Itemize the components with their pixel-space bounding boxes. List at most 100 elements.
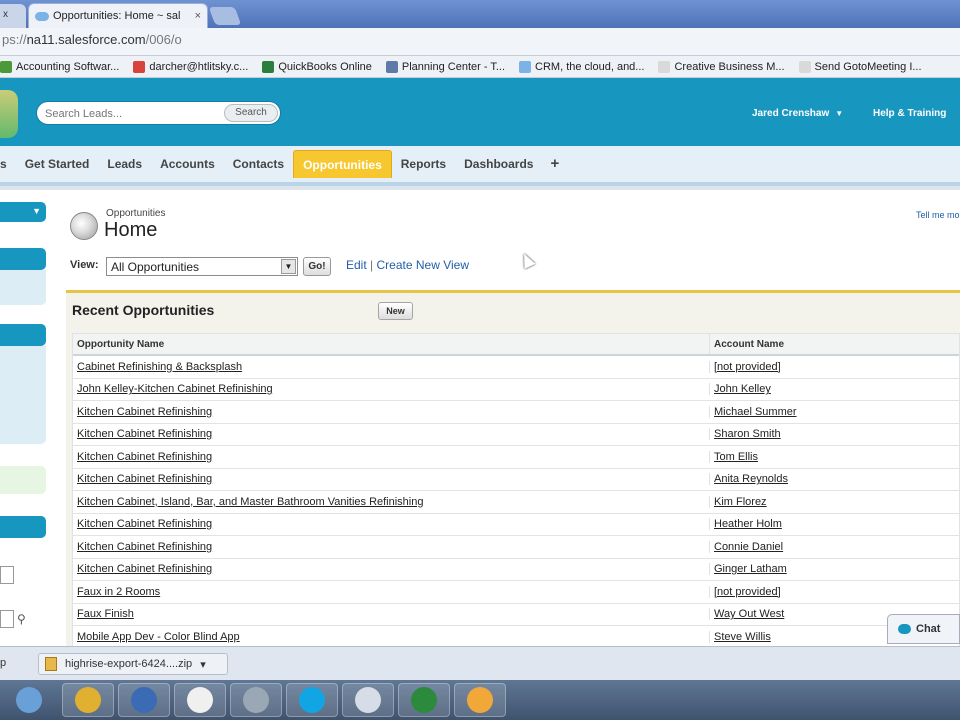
account-link[interactable]: Connie Daniel [714, 541, 783, 553]
bookmark-label: darcher@htlitsky.c... [149, 60, 249, 73]
account-link[interactable]: [not provided] [714, 361, 781, 373]
bookmark-item[interactable]: Send GotoMeeting I... [798, 60, 922, 73]
lookup-search-icon[interactable]: ⚲ [17, 612, 26, 626]
search-button[interactable]: Search [224, 104, 278, 122]
taskbar-app-button[interactable] [230, 683, 282, 717]
account-link[interactable]: John Kelley [714, 383, 771, 395]
browser-tab-title: Opportunities: Home ~ sal [53, 10, 181, 22]
account-link[interactable]: Michael Summer [714, 406, 797, 418]
account-name-cell: Tom Ellis [710, 451, 959, 463]
tab-s[interactable]: s [0, 151, 16, 177]
account-link[interactable]: Heather Holm [714, 518, 782, 530]
taskbar-app-button[interactable] [342, 683, 394, 717]
bookmark-item[interactable]: darcher@htlitsky.c... [133, 60, 249, 73]
sidebar-create-dropdown[interactable]: ▼ [0, 202, 46, 222]
opportunity-link[interactable]: Faux Finish [77, 608, 134, 620]
view-select[interactable]: All Opportunities ▼ [106, 257, 298, 276]
account-link[interactable]: Anita Reynolds [714, 473, 788, 485]
opportunity-link[interactable]: Kitchen Cabinet Refinishing [77, 473, 212, 485]
bookmark-item[interactable]: Accounting Softwar... [0, 60, 119, 73]
create-new-view-link[interactable]: Create New View [377, 258, 469, 272]
browser-tab-partial[interactable]: x [0, 4, 26, 28]
help-training-link[interactable]: Help & Training [873, 108, 946, 119]
opportunity-link[interactable]: Kitchen Cabinet Refinishing [77, 541, 212, 553]
opportunity-link[interactable]: Kitchen Cabinet Refinishing [77, 563, 212, 575]
tab-opportunities[interactable]: Opportunities [293, 150, 392, 178]
account-link[interactable]: Sharon Smith [714, 428, 781, 440]
all-tabs-plus-icon[interactable]: + [542, 151, 567, 177]
tab-contacts[interactable]: Contacts [224, 151, 293, 177]
opportunity-link[interactable]: Kitchen Cabinet Refinishing [77, 406, 212, 418]
account-link[interactable]: Kim Florez [714, 496, 767, 508]
opportunity-link[interactable]: Kitchen Cabinet Refinishing [77, 518, 212, 530]
new-opportunity-button[interactable]: New [378, 302, 413, 320]
account-link[interactable]: Ginger Latham [714, 563, 787, 575]
browser-toolbar: ps://na11.salesforce.com/006/o [0, 28, 960, 56]
opportunity-link[interactable]: Faux in 2 Rooms [77, 586, 160, 598]
account-name-cell: Anita Reynolds [710, 473, 959, 485]
account-link[interactable]: Tom Ellis [714, 451, 758, 463]
taskbar-app-button[interactable] [0, 683, 58, 717]
chevron-down-icon[interactable]: ▾ [200, 658, 206, 671]
opportunity-name-cell: Cabinet Refinishing & Backsplash [73, 360, 710, 373]
cloud-icon [519, 60, 532, 73]
taskbar-app-button[interactable] [286, 683, 338, 717]
opportunity-link[interactable]: Kitchen Cabinet Refinishing [77, 451, 212, 463]
bookmark-item[interactable]: CRM, the cloud, and... [519, 60, 644, 73]
table-row: Kitchen Cabinet Refinishing Tom Ellis [73, 446, 959, 469]
tell-me-more-link[interactable]: Tell me mo [916, 210, 960, 220]
account-link[interactable]: Way Out West [714, 608, 784, 620]
close-tab-icon[interactable]: × [195, 10, 201, 22]
tab-get-started[interactable]: Get Started [16, 151, 99, 177]
windows-start-icon [16, 687, 42, 713]
network-icon [243, 687, 269, 713]
opportunity-link[interactable]: Mobile App Dev - Color Blind App [77, 631, 240, 643]
tab-leads[interactable]: Leads [98, 151, 151, 177]
opportunity-name-cell: Kitchen Cabinet Refinishing [73, 540, 710, 553]
tab-reports[interactable]: Reports [392, 151, 455, 177]
chevron-down-icon: ▼ [32, 206, 41, 216]
tab-dashboards[interactable]: Dashboards [455, 151, 542, 177]
chat-widget[interactable]: Chat [887, 614, 960, 644]
user-menu[interactable]: Jared Crenshaw ▼ [752, 108, 843, 119]
opportunity-link[interactable]: Cabinet Refinishing & Backsplash [77, 361, 242, 373]
sidebar-input[interactable] [0, 566, 14, 584]
column-header-opportunity-name[interactable]: Opportunity Name [73, 334, 710, 354]
account-name-cell: Heather Holm [710, 518, 959, 530]
account-name-cell: John Kelley [710, 383, 959, 395]
taskbar-app-button[interactable] [454, 683, 506, 717]
tab-accounts[interactable]: Accounts [151, 151, 224, 177]
opportunities-coin-icon [70, 212, 98, 240]
table-row: Kitchen Cabinet, Island, Bar, and Master… [73, 491, 959, 514]
address-bar[interactable]: ps://na11.salesforce.com/006/o [0, 32, 182, 47]
edit-view-link[interactable]: Edit [346, 258, 367, 272]
clock-icon [187, 687, 213, 713]
account-name-cell: [not provided] [710, 586, 959, 598]
taskbar-app-button[interactable] [62, 683, 114, 717]
bookmark-item[interactable]: QuickBooks Online [262, 60, 372, 73]
sidebar-lookup-input[interactable] [0, 610, 14, 628]
opportunity-link[interactable]: John Kelley-Kitchen Cabinet Refinishing [77, 383, 273, 395]
opportunity-name-cell: Faux Finish [73, 608, 710, 621]
go-button[interactable]: Go! [303, 257, 331, 276]
bookmark-item[interactable]: Creative Business M... [658, 60, 785, 73]
opportunity-link[interactable]: Kitchen Cabinet Refinishing [77, 428, 212, 440]
taskbar-app-button[interactable] [174, 683, 226, 717]
opportunity-link[interactable]: Kitchen Cabinet, Island, Bar, and Master… [77, 496, 423, 508]
gmail-icon [133, 60, 146, 73]
account-link[interactable]: [not provided] [714, 586, 781, 598]
bookmark-item[interactable]: Planning Center - T... [385, 60, 505, 73]
download-item[interactable]: highrise-export-6424....zip ▾ [38, 653, 228, 675]
taskbar-app-button[interactable] [118, 683, 170, 717]
taskbar-app-button[interactable] [398, 683, 450, 717]
opportunity-name-cell: Kitchen Cabinet Refinishing [73, 405, 710, 418]
browser-tab-active[interactable]: Opportunities: Home ~ sal × [28, 3, 208, 28]
account-name-cell: [not provided] [710, 361, 959, 373]
search-input[interactable] [45, 106, 215, 122]
new-tab-button[interactable] [208, 7, 242, 25]
download-partial-item[interactable]: p [0, 657, 6, 669]
column-header-account-name[interactable]: Account Name [710, 334, 959, 354]
account-link[interactable]: Steve Willis [714, 631, 771, 643]
global-search: Search [36, 101, 281, 125]
page-title: Home [104, 219, 158, 241]
